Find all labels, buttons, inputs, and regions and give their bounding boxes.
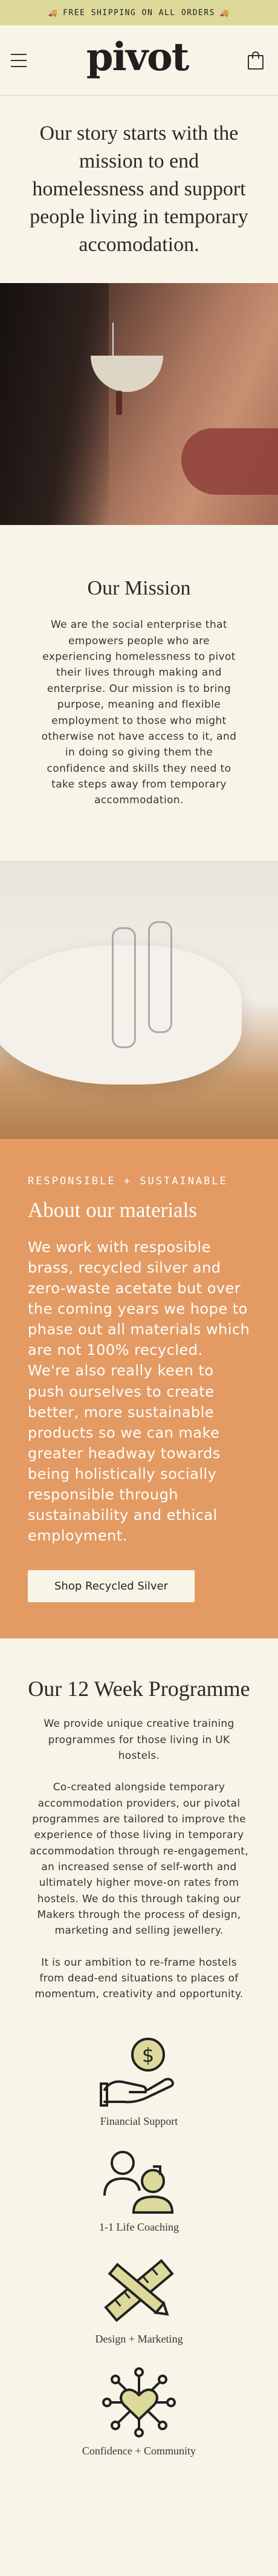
heart-network-icon	[102, 2367, 176, 2437]
feature-label: 1-1 Life Coaching	[99, 2220, 179, 2233]
announcement-text: FREE SHIPPING ON ALL ORDERS	[63, 8, 215, 18]
feature-life-coaching: 1-1 Life Coaching	[99, 2148, 179, 2234]
truck-icon: 🚚	[219, 8, 230, 17]
programme-section: Our 12 Week Programme We provide unique …	[0, 1639, 278, 2024]
earring-photo	[0, 283, 278, 525]
hand-earrings-photo	[0, 861, 278, 1139]
materials-title: About our materials	[28, 1198, 197, 1222]
feature-confidence-community: Confidence + Community	[82, 2366, 196, 2457]
materials-eyebrow: RESPONSIBLE + SUSTAINABLE	[28, 1175, 228, 1187]
mission-body: We are the social enterprise that empowe…	[41, 619, 237, 807]
ruler-pencil-icon	[104, 2258, 174, 2322]
feature-label: Confidence + Community	[82, 2444, 196, 2457]
cart-icon[interactable]	[248, 51, 263, 70]
materials-body: We work with resposible brass, recycled …	[28, 1239, 250, 1545]
intro-headline: Our story starts with the mission to end…	[30, 122, 248, 256]
feature-design-marketing: Design + Marketing	[95, 2254, 183, 2346]
intro-section: Our story starts with the mission to end…	[0, 96, 278, 283]
menu-icon[interactable]	[11, 53, 27, 67]
people-icon	[103, 2150, 174, 2214]
logo[interactable]: pivot	[86, 37, 189, 77]
programme-title: Our 12 Week Programme	[28, 1677, 250, 1701]
feature-label: Design + Marketing	[95, 2332, 183, 2345]
announcement-bar: 🚚 FREE SHIPPING ON ALL ORDERS 🚚	[0, 0, 278, 25]
mission-title: Our Mission	[87, 577, 191, 600]
materials-section: RESPONSIBLE + SUSTAINABLE About our mate…	[0, 1139, 278, 1639]
hand-coin-icon: $	[100, 2037, 174, 2107]
svg-text:$: $	[142, 2044, 154, 2067]
programme-paragraph: We provide unique creative training prog…	[44, 1718, 234, 1762]
programme-paragraph: It is our ambition to re-frame hostels f…	[34, 1956, 244, 2001]
mission-section: Our Mission We are the social enterprise…	[0, 525, 278, 861]
programme-paragraph: Co-created alongside temporary accommoda…	[30, 1781, 248, 1937]
site-header: pivot	[0, 25, 278, 96]
feature-label: Financial Support	[100, 2115, 178, 2127]
feature-financial-support: $ Financial Support	[100, 2036, 178, 2128]
truck-icon: 🚚	[48, 8, 59, 17]
shop-recycled-silver-button[interactable]: Shop Recycled Silver	[28, 1570, 195, 1603]
features-list: $ Financial Support 1-1 Life Coaching De…	[0, 2024, 278, 2502]
